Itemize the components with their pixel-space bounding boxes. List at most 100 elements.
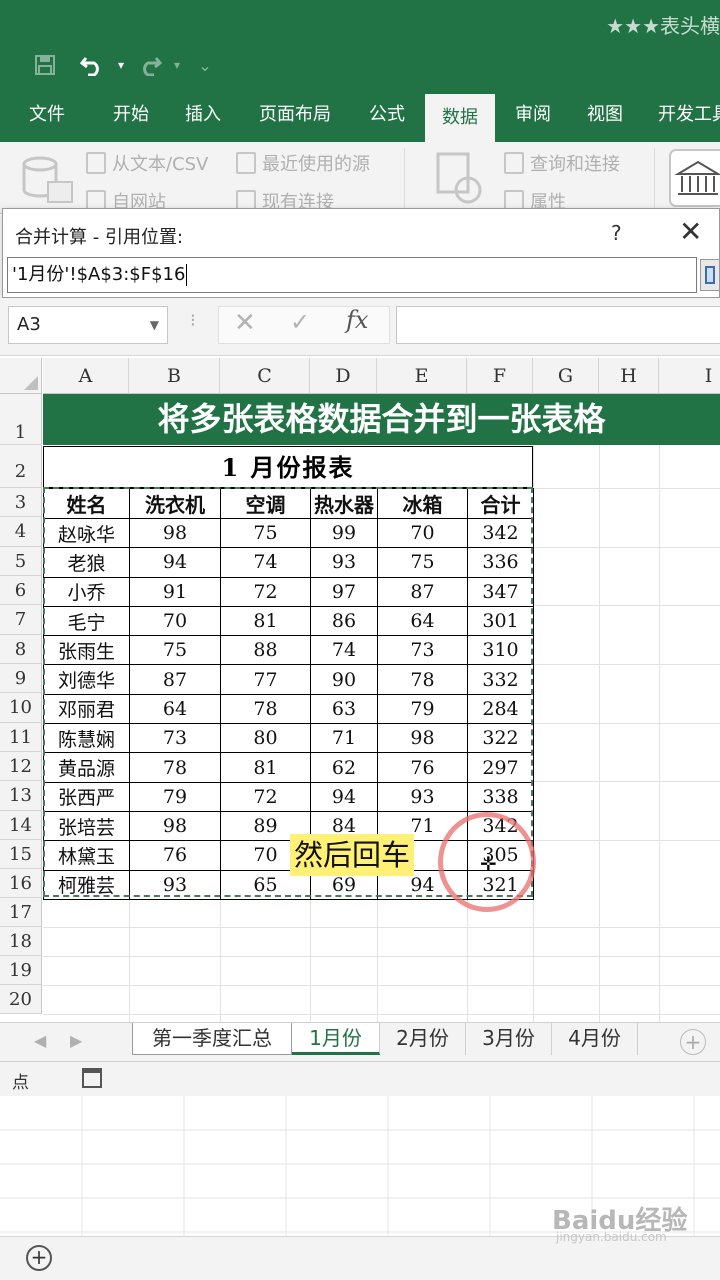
expand-dialog-icon[interactable] [700, 259, 720, 291]
insert-function-icon[interactable]: fx [346, 306, 368, 334]
row-header-7[interactable]: 7 [0, 605, 42, 635]
cell[interactable]: 64 [129, 693, 221, 725]
cell[interactable]: 76 [129, 840, 221, 871]
tab-view[interactable]: 视图 [572, 88, 638, 142]
cell[interactable]: 刘德华 [43, 664, 130, 695]
cell[interactable]: 297 [467, 752, 534, 783]
cell[interactable]: 98 [377, 723, 468, 754]
cell[interactable]: 74 [220, 547, 311, 578]
chevron-down-icon[interactable]: ▼ [150, 307, 159, 343]
cell[interactable]: 91 [129, 576, 221, 607]
tab-data[interactable]: 数据 [425, 94, 495, 142]
row-header-4[interactable]: 4 [0, 517, 42, 547]
column-header-b[interactable]: B [129, 358, 220, 394]
sheet-tab-q1-summary[interactable]: 第一季度汇总 [132, 1023, 292, 1055]
cell[interactable]: 87 [377, 576, 468, 607]
macro-record-icon[interactable] [82, 1068, 102, 1088]
tab-file[interactable]: 文件 [14, 88, 80, 142]
row-header-20[interactable]: 20 [0, 985, 42, 1014]
cell[interactable]: 64 [377, 605, 468, 637]
header-cell-ac[interactable]: 空调 [220, 488, 311, 519]
cell[interactable]: 75 [377, 547, 468, 578]
row-header-19[interactable]: 19 [0, 956, 42, 985]
name-box[interactable]: A3 ▼ [8, 306, 168, 344]
save-icon[interactable] [30, 50, 60, 80]
tab-page-layout[interactable]: 页面布局 [250, 88, 340, 142]
header-cell-name[interactable]: 姓名 [43, 488, 130, 519]
row-header-17[interactable]: 17 [0, 898, 42, 927]
cell[interactable]: 80 [220, 723, 311, 754]
cell[interactable]: 310 [467, 635, 534, 666]
cell[interactable]: 93 [377, 781, 468, 812]
cell[interactable]: 72 [220, 781, 311, 812]
row-header-2[interactable]: 2 [0, 445, 42, 488]
cell[interactable]: 小乔 [43, 576, 130, 607]
row-header-12[interactable]: 12 [0, 752, 42, 781]
row-header-13[interactable]: 13 [0, 781, 42, 811]
cell[interactable]: 86 [310, 605, 378, 637]
cell[interactable]: 87 [129, 664, 221, 695]
row-header-15[interactable]: 15 [0, 840, 42, 869]
cell[interactable]: 62 [310, 752, 378, 783]
cell[interactable]: 94 [129, 547, 221, 578]
row-header-3[interactable]: 3 [0, 488, 42, 517]
enter-icon[interactable]: ✓ [290, 308, 310, 336]
cell[interactable]: 336 [467, 547, 534, 578]
recent-sources-button[interactable]: 最近使用的源 [236, 150, 370, 176]
row-header-16[interactable]: 16 [0, 869, 42, 898]
tab-home[interactable]: 开始 [98, 88, 164, 142]
column-header-g[interactable]: G [533, 358, 599, 394]
header-cell-fridge[interactable]: 冰箱 [377, 488, 468, 519]
cell[interactable]: 79 [377, 693, 468, 725]
header-cell-heater[interactable]: 热水器 [310, 488, 378, 519]
cell[interactable]: 林黛玉 [43, 840, 130, 871]
sheet-banner-title[interactable]: 将多张表格数据合并到一张表格 [43, 394, 720, 445]
tab-developer[interactable]: 开发工具 [650, 88, 720, 142]
row-header-9[interactable]: 9 [0, 664, 42, 693]
cell[interactable]: 75 [220, 517, 311, 549]
sheet-tab-january[interactable]: 1月份 [292, 1023, 380, 1055]
cancel-icon[interactable]: ✕ [234, 308, 256, 338]
cell[interactable]: 81 [220, 752, 311, 783]
cell[interactable]: 78 [377, 664, 468, 695]
cell[interactable]: 张培芸 [43, 810, 130, 842]
cell[interactable]: 63 [310, 693, 378, 725]
formula-input[interactable] [396, 306, 720, 344]
column-header-c[interactable]: C [220, 358, 310, 394]
cell[interactable]: 柯雅芸 [43, 869, 130, 900]
cell[interactable]: 71 [310, 723, 378, 754]
cell[interactable]: 77 [220, 664, 311, 695]
cell[interactable]: 81 [220, 605, 311, 637]
cell[interactable]: 338 [467, 781, 534, 812]
undo-dropdown-icon[interactable]: ▾ [106, 50, 136, 80]
cell[interactable]: 332 [467, 664, 534, 695]
cell[interactable]: 陈慧娴 [43, 723, 130, 754]
tab-review[interactable]: 审阅 [500, 88, 566, 142]
cell[interactable]: 72 [220, 576, 311, 607]
scroll-left-icon[interactable]: ◀ [34, 1031, 46, 1050]
cell[interactable]: 70 [377, 517, 468, 549]
cell[interactable]: 347 [467, 576, 534, 607]
more-options-icon[interactable]: ⁝ [190, 310, 196, 331]
row-header-10[interactable]: 10 [0, 693, 42, 723]
report-title[interactable]: 1 月份报表 [43, 446, 533, 488]
cell[interactable]: 黄品源 [43, 752, 130, 783]
cell[interactable]: 赵咏华 [43, 517, 130, 549]
from-text-csv-button[interactable]: 从文本/CSV [86, 150, 208, 176]
cell[interactable]: 75 [129, 635, 221, 666]
sheet-tab-april[interactable]: 4月份 [552, 1023, 638, 1055]
cell[interactable]: 79 [129, 781, 221, 812]
cell[interactable]: 74 [310, 635, 378, 666]
column-header-f[interactable]: F [467, 358, 533, 394]
add-icon[interactable]: + [26, 1245, 52, 1271]
row-header-14[interactable]: 14 [0, 811, 42, 840]
refresh-all-icon[interactable] [436, 152, 486, 208]
scroll-right-icon[interactable]: ▶ [70, 1031, 82, 1050]
tab-insert[interactable]: 插入 [170, 88, 236, 142]
cell[interactable]: 邓丽君 [43, 693, 130, 725]
cell[interactable]: 78 [129, 752, 221, 783]
cell[interactable]: 94 [310, 781, 378, 812]
cell[interactable]: 322 [467, 723, 534, 754]
cell[interactable]: 88 [220, 635, 311, 666]
cell[interactable]: 73 [377, 635, 468, 666]
